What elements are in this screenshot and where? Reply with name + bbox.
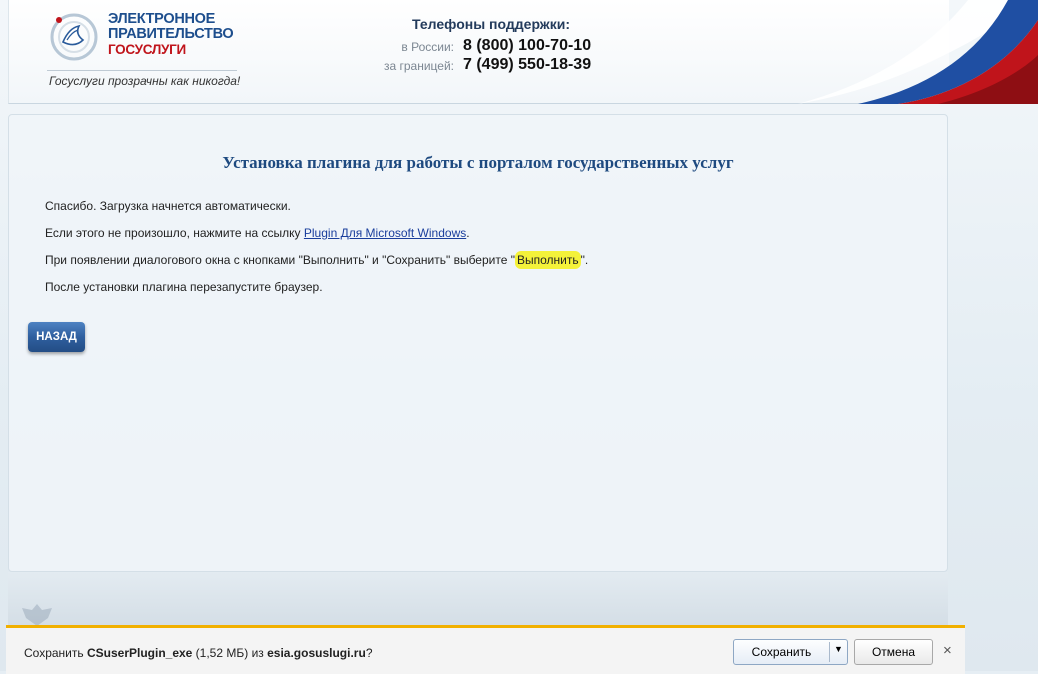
logo-line-2: ПРАВИТЕЛЬСТВО: [108, 26, 234, 42]
logo-text: ЭЛЕКТРОННОЕ ПРАВИТЕЛЬСТВО ГОСУСЛУГИ: [108, 11, 234, 58]
phone-number: 8 (800) 100-70-10: [463, 37, 592, 54]
download-site: esia.gosuslugi.ru: [267, 646, 366, 660]
close-icon[interactable]: ×: [943, 642, 952, 659]
phone-label: в России:: [401, 40, 454, 54]
russian-flag-ribbon-icon: [798, 0, 1038, 104]
plugin-download-link[interactable]: Plugin Для Microsoft Windows: [304, 226, 466, 240]
split-divider: [829, 642, 830, 662]
dropdown-arrow-icon[interactable]: ▼: [834, 644, 843, 654]
paragraph-fallback-link: Если этого не произошло, нажмите на ссыл…: [45, 226, 470, 240]
phone-label: за границей:: [383, 59, 454, 73]
paragraph-restart-browser: После установки плагина перезапустите бр…: [45, 280, 323, 294]
download-notification-bar: Сохранить CSuserPlugin_exe (1,52 МБ) из …: [6, 625, 965, 674]
main-content-panel: Установка плагина для работы с порталом …: [8, 114, 948, 572]
download-filename: CSuserPlugin_exe: [86, 646, 193, 660]
paragraph-download-started: Спасибо. Загрузка начнется автоматически…: [45, 199, 291, 213]
tagline-divider: [47, 70, 237, 71]
download-prefix: Сохранить: [24, 646, 87, 660]
footer-decoration: [8, 572, 948, 626]
support-phones-title: Телефоны поддержки:: [412, 16, 571, 32]
phone-number: 7 (499) 550-18-39: [463, 56, 592, 73]
paragraph-text: При появлении диалогового окна с кнопкам…: [45, 253, 515, 267]
download-prompt-text: Сохранить CSuserPlugin_exe (1,52 МБ) из …: [24, 646, 373, 660]
paragraph-text: Если этого не произошло, нажмите на ссыл…: [45, 226, 304, 240]
tagline: Госуслуги прозрачны как никогда!: [49, 74, 241, 88]
paragraph-dialog-instructions: При появлении диалогового окна с кнопкам…: [45, 251, 589, 269]
download-suffix: ?: [365, 646, 373, 660]
paragraph-text: ".: [580, 253, 589, 267]
page-title: Установка плагина для работы с порталом …: [222, 153, 734, 172]
phone-row-russia: в России: 8 (800) 100-70-10: [339, 37, 639, 57]
gosuslugi-logo-icon: [50, 13, 98, 61]
cancel-button[interactable]: Отмена: [854, 639, 933, 665]
paragraph-text: .: [466, 226, 470, 240]
save-split-button[interactable]: Сохранить ▼: [733, 639, 848, 665]
logo-line-3: ГОСУСЛУГИ: [108, 42, 186, 57]
save-button[interactable]: Сохранить: [734, 645, 829, 659]
logo-line-1: ЭЛЕКТРОННОЕ: [108, 11, 216, 27]
download-size: (1,52 МБ) из: [192, 646, 268, 660]
highlighted-run-word: Выполнить: [515, 251, 581, 269]
back-button[interactable]: НАЗАД: [28, 322, 85, 352]
phone-row-abroad: за границей: 7 (499) 550-18-39: [339, 56, 639, 76]
